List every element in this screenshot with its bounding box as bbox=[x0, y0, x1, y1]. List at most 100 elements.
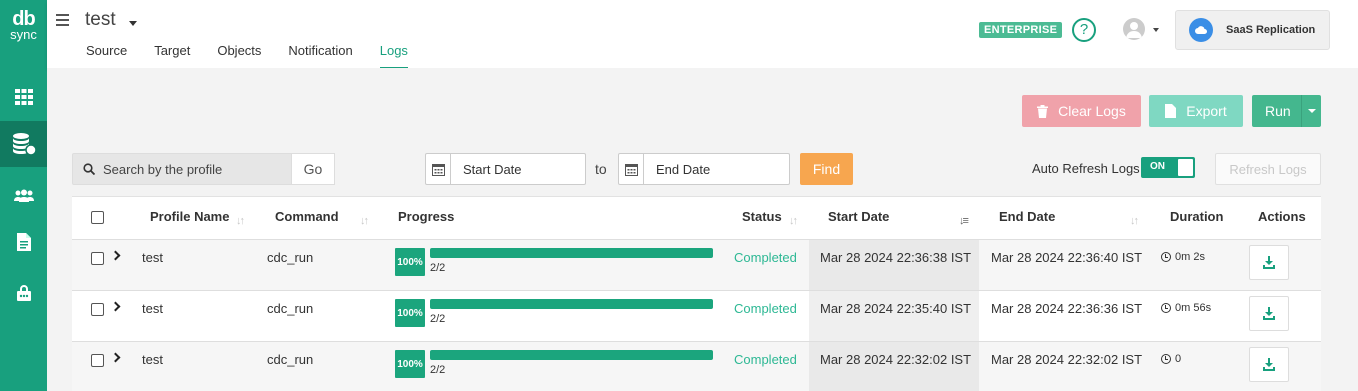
select-all-checkbox[interactable] bbox=[91, 211, 104, 224]
tab-logs[interactable]: Logs bbox=[379, 43, 408, 69]
end-date-input[interactable] bbox=[644, 161, 764, 177]
col-start-date[interactable]: Start Date bbox=[828, 209, 889, 224]
users-icon bbox=[13, 189, 34, 202]
clock-icon bbox=[1161, 354, 1171, 364]
table-row[interactable]: test cdc_run 100% 2/2 Completed Mar 28 2… bbox=[72, 239, 1321, 290]
sort-icon[interactable]: ↓↑ bbox=[789, 215, 798, 227]
sidebar-item-database[interactable] bbox=[0, 121, 47, 167]
caret-down-icon bbox=[1307, 109, 1316, 113]
user-menu-chevron-icon[interactable] bbox=[1153, 28, 1159, 32]
table-header: Profile Name ↓↑ Command ↓↑ Progress Stat… bbox=[72, 197, 1321, 240]
cloud-icon bbox=[1189, 18, 1213, 42]
start-date-cell-bg bbox=[809, 291, 979, 341]
auto-refresh-label: Auto Refresh Logs bbox=[1032, 161, 1140, 176]
col-duration: Duration bbox=[1170, 209, 1224, 224]
duration: 0m 2s bbox=[1161, 251, 1205, 263]
export-button[interactable]: Export bbox=[1149, 95, 1243, 127]
duration-value: 0m 56s bbox=[1175, 302, 1212, 314]
sort-desc-icon[interactable]: ↓≡ bbox=[959, 215, 969, 227]
top-bar: test Source Target Objects Notification … bbox=[47, 0, 1358, 69]
go-button[interactable]: Go bbox=[291, 153, 335, 185]
enterprise-badge: ENTERPRISE bbox=[979, 22, 1063, 38]
start-date-input[interactable] bbox=[451, 161, 571, 177]
find-button[interactable]: Find bbox=[800, 153, 853, 185]
sort-icon[interactable]: ↓↑ bbox=[360, 215, 369, 227]
row-checkbox[interactable] bbox=[91, 252, 104, 265]
sidebar-item-users[interactable] bbox=[0, 173, 47, 219]
calendar-icon[interactable] bbox=[426, 154, 451, 184]
avatar[interactable] bbox=[1123, 18, 1145, 40]
file-icon bbox=[1165, 104, 1177, 118]
dbsync-logo[interactable]: db sync bbox=[5, 9, 42, 46]
download-button[interactable] bbox=[1249, 296, 1289, 331]
refresh-logs-button[interactable]: Refresh Logs bbox=[1215, 153, 1321, 185]
download-button[interactable] bbox=[1249, 347, 1289, 382]
col-end-date[interactable]: End Date bbox=[999, 209, 1055, 224]
duration: 0m 56s bbox=[1161, 302, 1211, 314]
tab-source[interactable]: Source bbox=[86, 43, 127, 69]
table-row[interactable]: test cdc_run 100% 2/2 Completed Mar 28 2… bbox=[72, 341, 1321, 391]
end-date-field bbox=[618, 153, 790, 185]
logo-text: sync bbox=[10, 27, 37, 42]
trash-icon bbox=[1037, 104, 1049, 118]
chevron-right-icon[interactable] bbox=[110, 250, 121, 261]
progress-fill bbox=[430, 350, 713, 360]
progress-count: 2/2 bbox=[430, 364, 446, 376]
progress-bar bbox=[430, 299, 713, 309]
col-status[interactable]: Status bbox=[742, 209, 782, 224]
progress-fill bbox=[430, 299, 713, 309]
calendar-icon[interactable] bbox=[619, 154, 644, 184]
download-icon bbox=[1263, 255, 1275, 269]
menu-icon[interactable] bbox=[56, 14, 69, 29]
sidebar-item-security[interactable] bbox=[0, 270, 47, 316]
chevron-right-icon[interactable] bbox=[110, 352, 121, 363]
duration-value: 0m 2s bbox=[1175, 251, 1205, 263]
clear-logs-label: Clear Logs bbox=[1058, 103, 1126, 119]
toggle-knob bbox=[1178, 159, 1193, 176]
profile-title[interactable]: test bbox=[85, 9, 116, 31]
status-label: Completed bbox=[734, 250, 797, 265]
tab-notification[interactable]: Notification bbox=[288, 43, 352, 69]
toggle-state: ON bbox=[1150, 161, 1165, 172]
run-button[interactable]: Run bbox=[1252, 95, 1321, 127]
sort-icon[interactable]: ↓↑ bbox=[1130, 215, 1139, 227]
row-checkbox[interactable] bbox=[91, 303, 104, 316]
command: cdc_run bbox=[267, 250, 314, 265]
saas-replication-label: SaaS Replication bbox=[1226, 24, 1316, 36]
tab-target[interactable]: Target bbox=[154, 43, 190, 69]
duration-value: 0 bbox=[1175, 353, 1182, 365]
sidebar-item-apps[interactable] bbox=[0, 74, 47, 120]
help-icon[interactable]: ? bbox=[1072, 18, 1096, 42]
start-date: Mar 28 2024 22:32:02 IST bbox=[820, 352, 972, 367]
col-profile-name[interactable]: Profile Name bbox=[150, 209, 229, 224]
run-label: Run bbox=[1265, 103, 1291, 119]
progress-bar bbox=[430, 350, 713, 360]
export-label: Export bbox=[1186, 103, 1227, 119]
sort-icon[interactable]: ↓↑ bbox=[236, 215, 245, 227]
auto-refresh-toggle[interactable]: ON bbox=[1141, 157, 1195, 178]
col-command[interactable]: Command bbox=[275, 209, 339, 224]
start-date-cell-bg bbox=[809, 240, 979, 290]
end-date: Mar 28 2024 22:36:40 IST bbox=[991, 250, 1143, 265]
sidebar-item-documents[interactable] bbox=[0, 219, 47, 265]
run-dropdown-toggle[interactable] bbox=[1301, 95, 1321, 127]
row-checkbox[interactable] bbox=[91, 354, 104, 367]
progress-percent: 100% bbox=[395, 299, 425, 327]
col-actions: Actions bbox=[1258, 209, 1306, 224]
saas-replication-button[interactable]: SaaS Replication bbox=[1175, 10, 1330, 50]
clear-logs-button[interactable]: Clear Logs bbox=[1022, 95, 1141, 127]
start-date: Mar 28 2024 22:35:40 IST bbox=[820, 301, 972, 316]
user-icon bbox=[1126, 22, 1142, 38]
chevron-right-icon[interactable] bbox=[110, 301, 121, 312]
search-input[interactable] bbox=[103, 161, 283, 177]
command: cdc_run bbox=[267, 352, 314, 367]
clock-icon bbox=[1161, 303, 1171, 313]
tab-objects[interactable]: Objects bbox=[217, 43, 261, 69]
download-button[interactable] bbox=[1249, 245, 1289, 280]
progress-percent: 100% bbox=[395, 350, 425, 378]
table-row[interactable]: test cdc_run 100% 2/2 Completed Mar 28 2… bbox=[72, 290, 1321, 341]
to-label: to bbox=[595, 161, 607, 177]
chevron-down-icon[interactable] bbox=[129, 21, 137, 26]
search-field bbox=[72, 153, 292, 185]
progress-bar bbox=[430, 248, 713, 258]
